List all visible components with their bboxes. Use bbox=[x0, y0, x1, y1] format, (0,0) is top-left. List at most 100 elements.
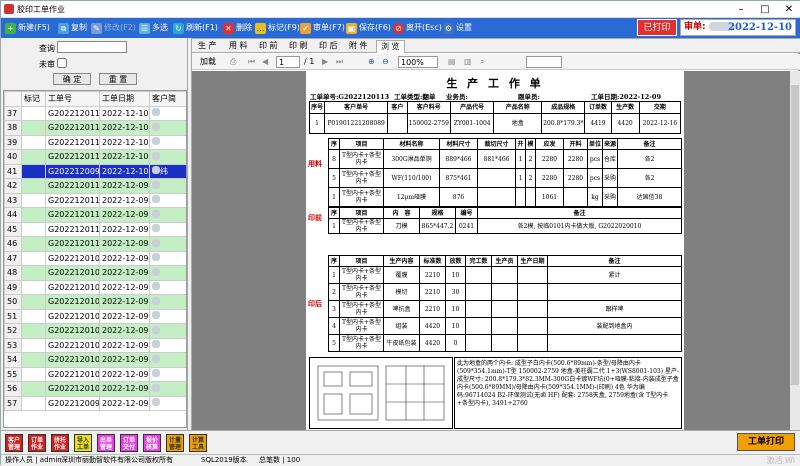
table-row[interactable]: 57 G2022120098 2022-12-09 bbox=[4, 395, 186, 411]
row-mark[interactable] bbox=[21, 192, 46, 208]
settings-button[interactable]: ⚙ 设置 bbox=[443, 20, 472, 36]
row-mark[interactable] bbox=[21, 395, 46, 411]
first-page-icon[interactable]: ⏮ bbox=[248, 56, 255, 68]
list-header-4[interactable]: 客户简 bbox=[149, 91, 186, 107]
list-header-2[interactable]: 工单号 bbox=[45, 91, 100, 107]
modify-button[interactable]: ✎ 修改(F2) bbox=[91, 20, 136, 36]
table-row[interactable]: 37 G2022120118 2022-12-10 bbox=[4, 105, 186, 121]
next-page-icon[interactable]: ▶ bbox=[322, 56, 328, 68]
load-button[interactable]: 加载 bbox=[200, 56, 216, 68]
table-row[interactable]: 43 G2022120113 2022-12-09 bbox=[4, 192, 186, 208]
prev-page-icon[interactable]: ◀ bbox=[262, 56, 268, 68]
table-row[interactable]: 46 G2022120110 2022-12-09 bbox=[4, 236, 186, 252]
tab-printing[interactable]: 印 刷 bbox=[285, 40, 312, 53]
table-row[interactable]: 54 G2022120102 2022-12-09 bbox=[4, 352, 186, 368]
table-row[interactable]: 48 G2022120108 2022-12-09 bbox=[4, 265, 186, 281]
table-row[interactable]: 44 G2022120112 2022-12-09 bbox=[4, 207, 186, 223]
row-mark[interactable] bbox=[21, 366, 46, 382]
row-mark[interactable] bbox=[21, 294, 46, 310]
tab-postpress[interactable]: 印 后 bbox=[315, 40, 342, 53]
row-mark[interactable] bbox=[21, 337, 46, 353]
unreviewed-checkbox[interactable] bbox=[57, 58, 67, 68]
zoom-select[interactable]: 100% bbox=[398, 56, 438, 68]
scroll-thumb[interactable] bbox=[791, 85, 799, 385]
find-input[interactable] bbox=[526, 56, 562, 68]
calc-tools-button[interactable]: 计算工具 bbox=[189, 434, 207, 452]
row-mark[interactable] bbox=[21, 120, 46, 136]
tab-preview[interactable]: 浏 览 bbox=[376, 40, 405, 53]
refresh-button[interactable]: ↻ 刷新(F1) bbox=[173, 20, 218, 36]
close-icon[interactable]: ✕ bbox=[777, 1, 800, 18]
review-button[interactable]: ✔ 审单(F7) bbox=[300, 20, 345, 36]
maximize-icon[interactable]: □ bbox=[753, 1, 777, 18]
table-row[interactable]: 47 G2022120109 2022-12-09 bbox=[4, 250, 186, 266]
table-row[interactable]: 52 G2022120104 2022-12-09 bbox=[4, 323, 186, 339]
tab-materials[interactable]: 用 料 bbox=[225, 40, 252, 53]
row-mark[interactable] bbox=[21, 178, 46, 194]
customer-mgmt-button[interactable]: 客户管理 bbox=[5, 434, 23, 452]
row-mark[interactable] bbox=[21, 105, 46, 121]
row-mark[interactable] bbox=[21, 250, 46, 266]
fit-width-icon[interactable]: ▥ bbox=[464, 56, 472, 68]
new-button[interactable]: + 新建(F5) bbox=[5, 20, 50, 36]
tab-attachments[interactable]: 附 件 bbox=[345, 40, 372, 53]
row-mark[interactable] bbox=[21, 149, 46, 165]
last-page-icon[interactable]: ⏭ bbox=[336, 56, 343, 68]
save-button[interactable]: ▣ 保存(F6) bbox=[346, 20, 391, 36]
row-mark[interactable] bbox=[21, 323, 46, 339]
row-mark[interactable] bbox=[21, 207, 46, 223]
tab-production[interactable]: 生 产 bbox=[194, 40, 221, 53]
table-row[interactable]: 53 G2022120103 2022-12-09 bbox=[4, 337, 186, 353]
print-icon[interactable]: ⎙ bbox=[230, 56, 236, 68]
metering-button[interactable]: 计量管理 bbox=[166, 434, 184, 452]
table-row[interactable]: 45 G2022120111 2022-12-09 bbox=[4, 221, 186, 237]
table-row[interactable]: 50 G2022120106 2022-12-09 bbox=[4, 294, 186, 310]
row-mark[interactable] bbox=[21, 308, 46, 324]
exit-icon: ⊘ bbox=[393, 22, 404, 34]
table-row[interactable]: 51 G2022120105 2022-12-09 bbox=[4, 308, 186, 324]
list-header-0[interactable] bbox=[4, 91, 22, 107]
minimize-icon[interactable]: – bbox=[729, 1, 753, 18]
row-mark[interactable] bbox=[21, 279, 46, 295]
table-row[interactable]: 56 G2022120100 2022-12-09 bbox=[4, 381, 186, 397]
zoom-out-icon[interactable]: ⊖ bbox=[382, 56, 389, 68]
table-row[interactable]: 55 G2022120101 2022-12-09 bbox=[4, 366, 186, 382]
row-mark[interactable] bbox=[21, 134, 46, 150]
table-row[interactable]: 38 G2022120117 2022-12-10 bbox=[4, 120, 186, 136]
query-input[interactable] bbox=[57, 41, 127, 53]
table-row[interactable]: 42 G2022120114 2022-12-09 bbox=[4, 178, 186, 194]
quote-button[interactable]: 报价核算 bbox=[143, 434, 161, 452]
table-row[interactable]: 49 G2022120107 2022-12-09 bbox=[4, 279, 186, 295]
search-icon[interactable]: ⌕ bbox=[480, 56, 484, 68]
post-cell: 30 bbox=[445, 283, 466, 301]
zoom-in-icon[interactable]: ⊕ bbox=[368, 56, 375, 68]
reset-button[interactable]: 重 置 bbox=[99, 73, 137, 85]
mark-button[interactable]: … 标记(F9) bbox=[255, 20, 300, 36]
order-work-button[interactable]: 订单作业 bbox=[28, 434, 46, 452]
row-mark[interactable] bbox=[21, 236, 46, 252]
list-header-1[interactable]: 标记 bbox=[21, 91, 46, 107]
row-mark[interactable] bbox=[21, 163, 46, 179]
multiselect-button[interactable]: ☰ 多选 bbox=[139, 20, 168, 36]
row-mark[interactable] bbox=[21, 352, 46, 368]
table-row[interactable]: 39 G2022120116 2022-12-10 bbox=[4, 134, 186, 150]
exit-button[interactable]: ⊘ 离开(Esc) bbox=[393, 20, 442, 36]
table-row[interactable]: 41 G2022120099 2022-12-10 纬 bbox=[4, 163, 186, 179]
viewer-scrollbar[interactable] bbox=[790, 71, 800, 431]
import-order-button[interactable]: 导入工单 bbox=[74, 434, 92, 452]
row-mark[interactable] bbox=[21, 381, 46, 397]
row-mark[interactable] bbox=[21, 221, 46, 237]
table-row[interactable]: 40 G2022120115 2022-12-10 bbox=[4, 149, 186, 165]
order-delivery-button[interactable]: 订单交付 bbox=[120, 434, 138, 452]
delete-button[interactable]: ✕ 删除 bbox=[223, 20, 252, 36]
dispatch-mgmt-button[interactable]: 出单管理 bbox=[97, 434, 115, 452]
tab-prepress[interactable]: 印 前 bbox=[255, 40, 282, 53]
list-header-3[interactable]: 工单日期 bbox=[99, 91, 150, 107]
row-mark[interactable] bbox=[21, 265, 46, 281]
page-input[interactable]: 1 bbox=[276, 56, 300, 68]
confirm-button[interactable]: 确 定 bbox=[53, 73, 91, 85]
pallet-work-button[interactable]: 拼托作业 bbox=[51, 434, 69, 452]
print-order-button[interactable]: 工单打印 bbox=[737, 433, 795, 451]
fit-page-icon[interactable]: ▤ bbox=[448, 56, 456, 68]
copy-button[interactable]: ⧉ 复制 bbox=[58, 20, 87, 36]
